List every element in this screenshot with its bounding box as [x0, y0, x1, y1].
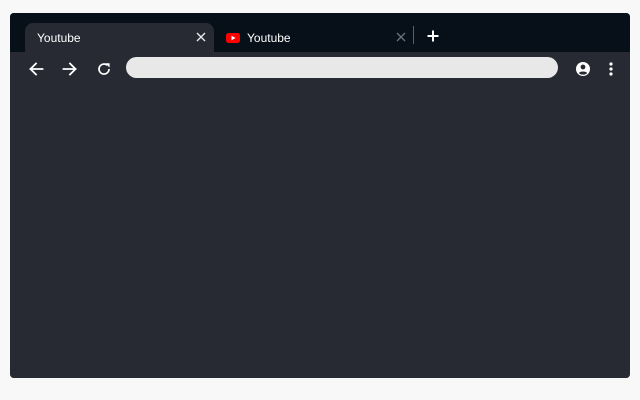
toolbar [10, 52, 630, 86]
plus-icon[interactable] [424, 27, 442, 45]
tab-strip: Youtube Youtube [10, 13, 630, 52]
youtube-icon [226, 32, 240, 43]
tab-inactive[interactable]: Youtube [218, 23, 414, 52]
close-icon[interactable] [394, 30, 408, 44]
more-vertical-icon[interactable] [601, 59, 621, 79]
arrow-right-icon[interactable] [60, 59, 80, 79]
close-icon[interactable] [194, 30, 208, 44]
account-circle-icon[interactable] [573, 59, 593, 79]
arrow-left-icon[interactable] [26, 59, 46, 79]
browser-window: Youtube Youtube [10, 13, 630, 378]
tab-active[interactable]: Youtube [25, 23, 214, 52]
reload-icon[interactable] [94, 59, 114, 79]
tab-title: Youtube [37, 30, 81, 45]
address-bar-input[interactable] [126, 57, 558, 78]
tab-title: Youtube [247, 30, 291, 45]
page-content [10, 86, 630, 378]
tab-divider [413, 26, 414, 44]
